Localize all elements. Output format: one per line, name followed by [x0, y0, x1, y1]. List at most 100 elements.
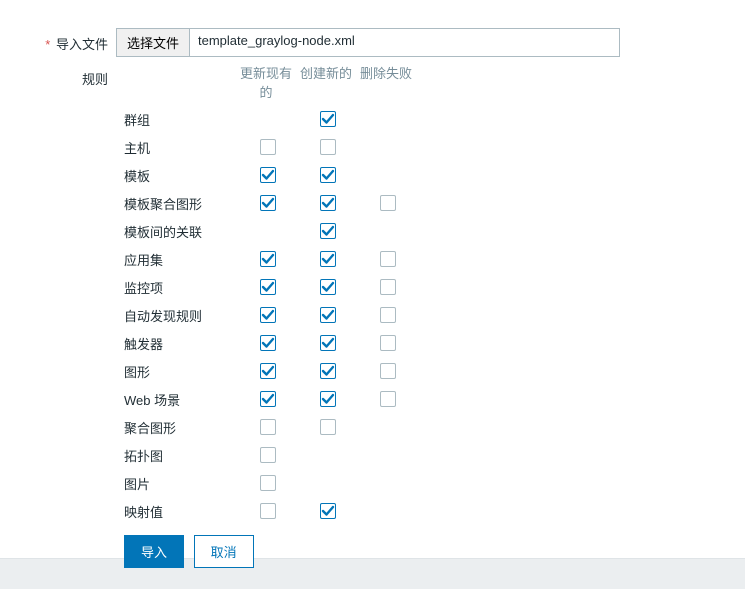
checkbox-cell — [298, 167, 358, 184]
checkbox-cell — [358, 251, 418, 268]
checkbox[interactable] — [380, 363, 396, 379]
rule-row: 应用集 — [124, 245, 418, 273]
checkbox-cell — [238, 475, 298, 492]
col-delete-missing: 删除失败 — [356, 63, 416, 101]
checkbox[interactable] — [380, 279, 396, 295]
checkbox[interactable] — [320, 363, 336, 379]
checkbox[interactable] — [320, 139, 336, 155]
checkbox-cell — [238, 419, 298, 436]
rule-row: 拓扑图 — [124, 441, 418, 469]
checkbox-cell — [238, 447, 298, 464]
checkbox-cell — [238, 307, 298, 324]
cancel-button[interactable]: 取消 — [194, 535, 254, 568]
checkbox-cell — [358, 363, 418, 380]
checkbox-cell — [298, 279, 358, 296]
checkbox[interactable] — [320, 167, 336, 183]
checkbox[interactable] — [320, 335, 336, 351]
file-input[interactable]: 选择文件 template_graylog-node.xml — [116, 28, 620, 57]
checkbox-cell — [238, 167, 298, 184]
checkbox-cell — [358, 279, 418, 296]
checkbox-cell — [358, 195, 418, 212]
rule-name: 应用集 — [124, 250, 238, 269]
checkbox[interactable] — [260, 503, 276, 519]
rule-name: 模板 — [124, 166, 238, 185]
rule-name: 主机 — [124, 138, 238, 157]
checkbox-cell — [298, 335, 358, 352]
checkbox[interactable] — [320, 251, 336, 267]
checkbox[interactable] — [260, 419, 276, 435]
checkbox-cell — [298, 139, 358, 156]
checkbox[interactable] — [320, 223, 336, 239]
checkbox-cell — [298, 307, 358, 324]
rule-name: 监控项 — [124, 278, 238, 297]
rule-name: Web 场景 — [124, 390, 238, 409]
checkbox[interactable] — [260, 363, 276, 379]
checkbox-cell — [298, 251, 358, 268]
checkbox[interactable] — [320, 307, 336, 323]
checkbox[interactable] — [260, 279, 276, 295]
checkbox[interactable] — [260, 139, 276, 155]
choose-file-button[interactable]: 选择文件 — [117, 29, 190, 56]
rule-row: 模板聚合图形 — [124, 189, 418, 217]
checkbox-cell — [238, 335, 298, 352]
checkbox[interactable] — [260, 167, 276, 183]
checkbox-cell — [298, 195, 358, 212]
col-update-existing: 更新现有的 — [236, 63, 296, 101]
rule-row: Web 场景 — [124, 385, 418, 413]
checkbox[interactable] — [260, 475, 276, 491]
checkbox[interactable] — [380, 307, 396, 323]
rule-name: 图形 — [124, 362, 238, 381]
checkbox[interactable] — [320, 391, 336, 407]
col-create-new: 创建新的 — [296, 63, 356, 101]
checkbox[interactable] — [320, 503, 336, 519]
rule-row: 模板 — [124, 161, 418, 189]
checkbox[interactable] — [380, 391, 396, 407]
rules-label: 规则 — [82, 72, 108, 87]
rule-name: 模板聚合图形 — [124, 194, 238, 213]
checkbox[interactable] — [320, 111, 336, 127]
checkbox[interactable] — [380, 195, 396, 211]
checkbox-cell — [238, 363, 298, 380]
import-button[interactable]: 导入 — [124, 535, 184, 568]
rule-name: 拓扑图 — [124, 446, 238, 465]
rule-row: 图形 — [124, 357, 418, 385]
rule-name: 映射值 — [124, 502, 238, 521]
checkbox[interactable] — [260, 307, 276, 323]
checkbox[interactable] — [260, 391, 276, 407]
checkbox[interactable] — [380, 335, 396, 351]
checkbox-cell — [238, 391, 298, 408]
rule-row: 自动发现规则 — [124, 301, 418, 329]
checkbox[interactable] — [320, 195, 336, 211]
rule-row: 触发器 — [124, 329, 418, 357]
file-name-value: template_graylog-node.xml — [190, 29, 619, 56]
rule-name: 图片 — [124, 474, 238, 493]
checkbox[interactable] — [320, 419, 336, 435]
checkbox-cell — [298, 391, 358, 408]
rule-row: 主机 — [124, 133, 418, 161]
required-asterisk: * — [45, 37, 50, 52]
checkbox-cell — [238, 503, 298, 520]
checkbox-cell — [298, 503, 358, 520]
checkbox-cell — [298, 363, 358, 380]
checkbox-cell — [298, 223, 358, 240]
checkbox[interactable] — [320, 279, 336, 295]
checkbox-cell — [358, 335, 418, 352]
rule-row: 聚合图形 — [124, 413, 418, 441]
checkbox-cell — [238, 195, 298, 212]
checkbox-cell — [238, 139, 298, 156]
checkbox[interactable] — [380, 251, 396, 267]
checkbox[interactable] — [260, 447, 276, 463]
rules-header-row: 更新现有的 创建新的 删除失败 — [124, 63, 418, 101]
rule-row: 映射值 — [124, 497, 418, 525]
import-file-label: 导入文件 — [56, 37, 108, 52]
rule-name: 群组 — [124, 110, 238, 129]
checkbox-cell — [358, 391, 418, 408]
checkbox[interactable] — [260, 251, 276, 267]
rule-name: 触发器 — [124, 334, 238, 353]
checkbox-cell — [298, 111, 358, 128]
rule-name: 聚合图形 — [124, 418, 238, 437]
checkbox[interactable] — [260, 335, 276, 351]
rule-row: 图片 — [124, 469, 418, 497]
checkbox[interactable] — [260, 195, 276, 211]
rule-row: 模板间的关联 — [124, 217, 418, 245]
